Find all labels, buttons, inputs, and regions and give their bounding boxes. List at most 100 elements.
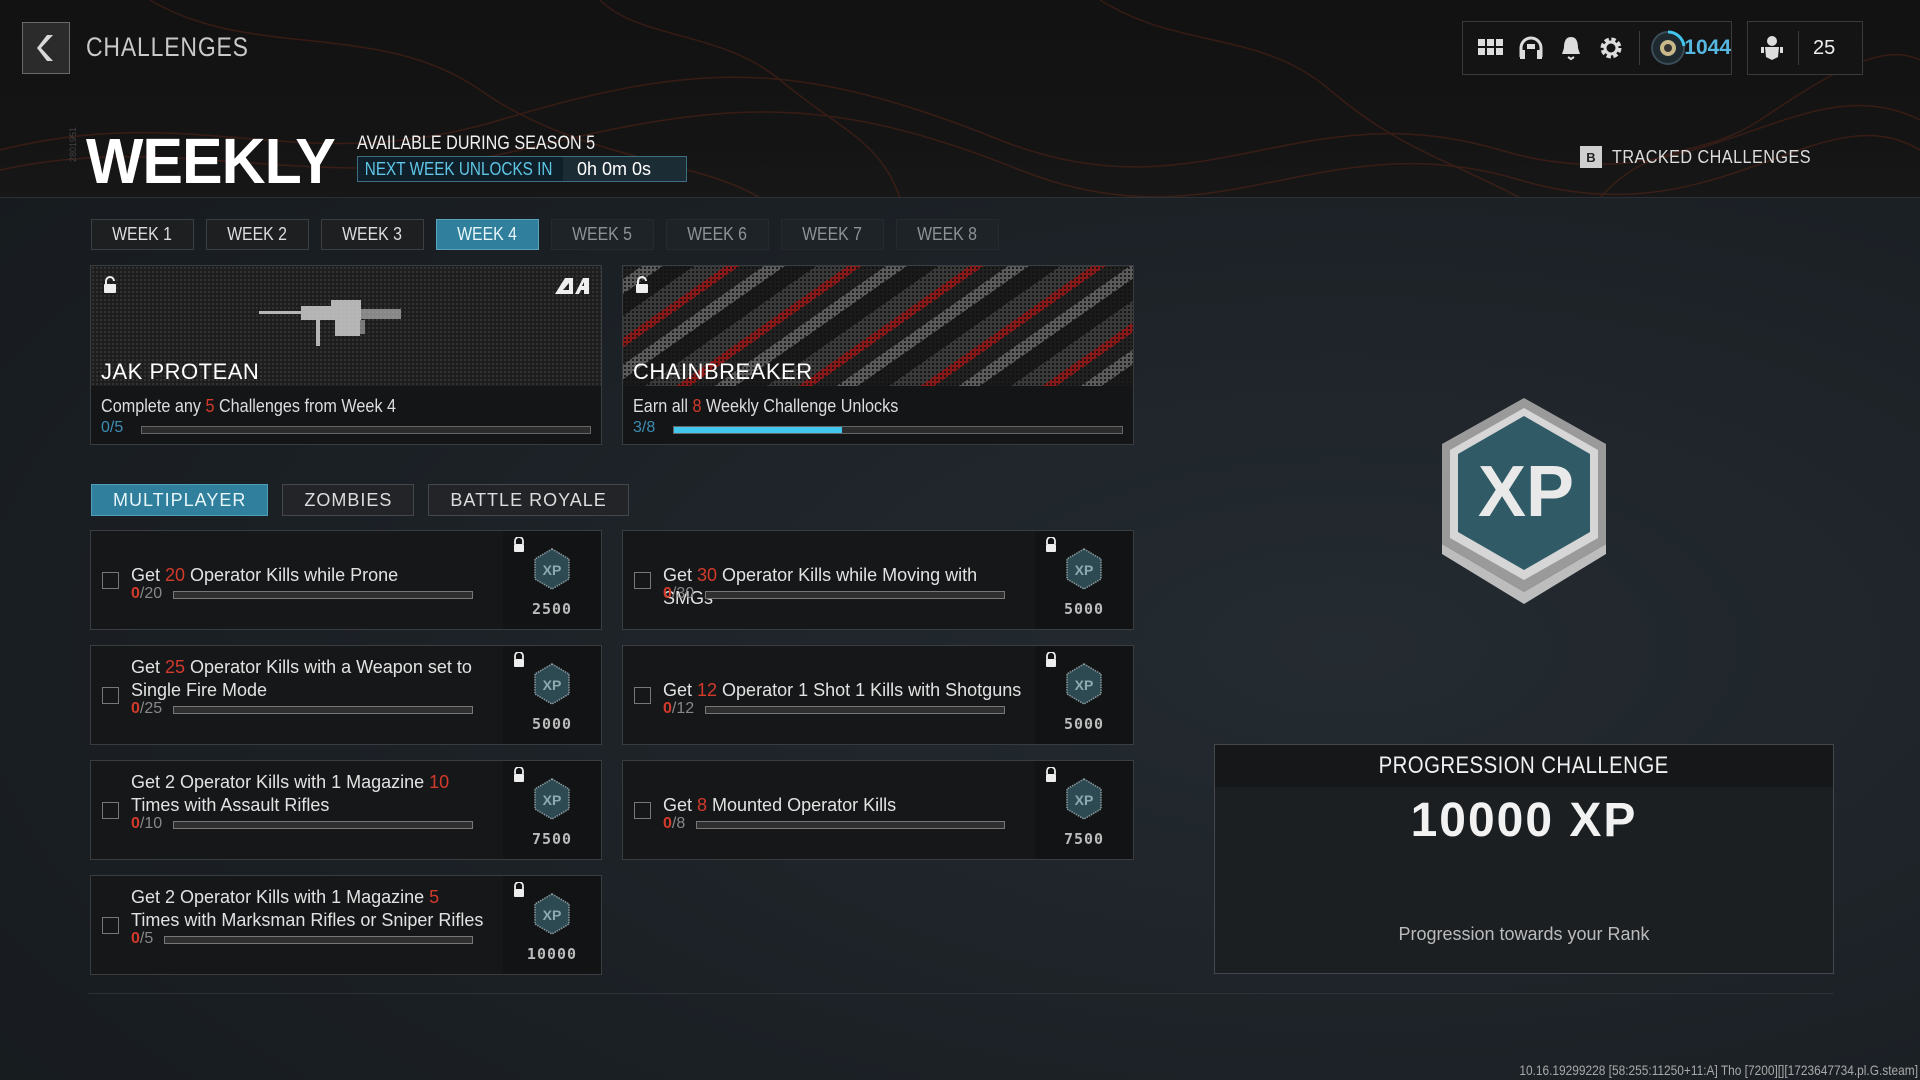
xp-amount: 5000 [1063,600,1105,618]
challenge-card[interactable]: Get 20 Operator Kills while Prone 0/20 XP 2… [90,530,602,630]
total-count: /10 [139,815,163,832]
tab-multiplayer[interactable]: MULTIPLAYER [91,484,269,516]
xp-amount: 5000 [531,715,573,733]
track-checkbox[interactable] [634,802,651,819]
progress-count: 0/30 [663,585,694,603]
total-count: /20 [139,585,163,602]
gear-icon[interactable] [1591,28,1631,68]
reward-column: XP 5000 [503,646,601,744]
tab-battle-royale[interactable]: BATTLE ROYALE [428,484,629,516]
tab-label: WEEK 5 [572,224,633,244]
tab-week-4[interactable]: WEEK 4 [436,219,539,250]
lock-icon [1045,536,1057,558]
challenge-card[interactable]: Get 30 Operator Kills while Moving with … [622,530,1134,630]
target-number: 30 [697,565,718,585]
party-widget[interactable]: 25 [1747,21,1863,75]
lock-icon [513,766,525,788]
text-part: Times with Marksman Rifles or Sniper Rif… [131,910,484,930]
tab-week-6[interactable]: WEEK 6 [666,219,769,250]
tab-week-3[interactable]: WEEK 3 [321,219,424,250]
tab-zombies[interactable]: ZOMBIES [282,484,415,516]
svg-text:XP: XP [1075,562,1094,578]
tab-label: WEEK 2 [227,224,288,244]
back-button[interactable] [22,22,70,74]
text-part: Get [663,680,698,700]
build-info: 10.16.19299228 [58:255:11250+11:A] Tho [… [1519,1062,1918,1078]
party-icon [1761,36,1783,60]
progress-count: 0/25 [131,700,162,718]
challenge-text: Get 12 Operator 1 Shot 1 Kills with Shot… [663,679,1023,702]
desc-number: 5 [205,396,215,416]
total-count: /25 [139,700,163,717]
hud-toolbar: 1044 [1462,21,1732,75]
lock-icon [513,536,525,558]
text-part: Get [131,565,166,585]
progress-count: 0/8 [663,815,685,833]
target-number: 25 [165,657,186,677]
xp-amount: 7500 [531,830,573,848]
target-number: 20 [165,565,186,585]
current-count: 0 [131,815,140,832]
player-rank[interactable]: 1044 [1648,28,1731,68]
reward-progress-text: 3/8 [633,419,656,436]
xp-amount: 5000 [1063,715,1105,733]
current-count: 0 [663,700,672,717]
current-count: 0 [663,815,672,832]
xp-token-icon: XP [533,662,571,711]
reward-column: XP 7500 [503,761,601,859]
current-count: 0 [663,585,672,602]
reward-title: CHAINBREAKER [633,359,813,384]
total-count: /8 [671,815,686,832]
challenge-progress-bar [705,591,1005,599]
challenge-text: Get 25 Operator Kills with a Weapon set … [131,656,491,702]
current-count: 0 [131,585,140,602]
tab-label: WEEK 7 [802,224,863,244]
track-checkbox[interactable] [102,917,119,934]
challenge-card[interactable]: Get 2 Operator Kills with 1 Magazine 5 T… [90,875,602,975]
unlock-timer: 0h 0m 0s [563,157,686,181]
challenge-card[interactable]: Get 8 Mounted Operator Kills 0/8 XP 7500 [622,760,1134,860]
challenge-card[interactable]: Get 12 Operator 1 Shot 1 Kills with Shot… [622,645,1134,745]
svg-text:XP: XP [543,792,562,808]
tab-week-7[interactable]: WEEK 7 [781,219,884,250]
challenge-card[interactable]: Get 25 Operator Kills with a Weapon set … [90,645,602,745]
desc-text: Challenges from Week 4 [214,396,397,416]
track-checkbox[interactable] [102,572,119,589]
progression-header-text: PROGRESSION CHALLENGE [1378,752,1670,779]
bottom-divider [88,993,1834,994]
tracked-challenges-button[interactable]: B TRACKED CHALLENGES [1580,146,1833,168]
xp-token-icon: XP [1065,777,1103,826]
lock-icon [513,881,525,903]
availability-text: AVAILABLE DURING SEASON 5 [357,133,596,154]
badge-text: XP [1478,452,1574,532]
headset-icon[interactable] [1511,28,1551,68]
target-number: 8 [697,795,708,815]
track-checkbox[interactable] [102,802,119,819]
reward-card-jak-protean[interactable]: JAK PROTEAN Complete any 5 Challenges fr… [90,265,602,445]
text-part: Get 2 Operator Kills with 1 Magazine [131,887,430,907]
reward-title: JAK PROTEAN [101,359,260,384]
xp-token-icon: XP [533,892,571,941]
tab-week-2[interactable]: WEEK 2 [206,219,309,250]
tab-label: WEEK 8 [917,224,978,244]
tab-week-1[interactable]: WEEK 1 [91,219,194,250]
reward-card-chainbreaker[interactable]: CHAINBREAKER Earn all 8 Weekly Challenge… [622,265,1134,445]
challenge-text: Get 2 Operator Kills with 1 Magazine 5 T… [131,886,491,932]
track-checkbox[interactable] [634,572,651,589]
text-part: Get [131,657,166,677]
bell-icon[interactable] [1551,28,1591,68]
unlock-timer-box: NEXT WEEK UNLOCKS IN 0h 0m 0s [357,156,687,182]
progression-subtitle: Progression towards your Rank [1398,924,1650,944]
breadcrumb: CHALLENGES [86,32,249,62]
tab-week-5[interactable]: WEEK 5 [551,219,654,250]
challenge-card[interactable]: Get 2 Operator Kills with 1 Magazine 10 … [90,760,602,860]
hud-divider [1639,31,1641,65]
tab-week-8[interactable]: WEEK 8 [896,219,999,250]
track-checkbox[interactable] [102,687,119,704]
desc-text: Weekly Challenge Unlocks [701,396,899,416]
track-checkbox[interactable] [634,687,651,704]
menu-grid-icon[interactable] [1471,28,1511,68]
challenge-progress-bar [173,706,473,714]
hud-divider [1798,31,1799,65]
svg-text:XP: XP [1075,677,1094,693]
